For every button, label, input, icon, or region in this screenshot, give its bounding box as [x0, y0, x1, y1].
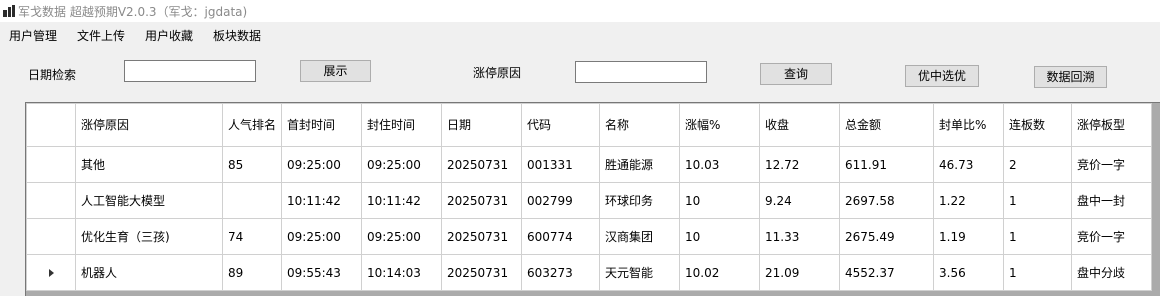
cell-close[interactable]: 11.33 — [759, 218, 840, 255]
cell-change-pct[interactable]: 10.02 — [679, 254, 760, 291]
cell-consecutive-boards[interactable]: 1 — [1003, 182, 1072, 219]
cell-consecutive-boards[interactable]: 1 — [1003, 218, 1072, 255]
cell-name[interactable]: 胜通能源 — [599, 146, 680, 183]
column-header-total-amount[interactable]: 总金额 — [839, 103, 934, 147]
cell-reason[interactable]: 优化生育（三孩) — [75, 218, 223, 255]
column-header-board-type[interactable]: 涨停板型 — [1071, 103, 1152, 147]
column-header-hold-time[interactable]: 封住时间 — [361, 103, 442, 147]
row-header-cell[interactable] — [26, 182, 76, 219]
cell-change-pct[interactable]: 10 — [679, 218, 760, 255]
cell-consecutive-boards[interactable]: 1 — [1003, 254, 1072, 291]
limit-reason-label: 涨停原因 — [473, 66, 522, 80]
cell-date[interactable]: 20250731 — [441, 182, 522, 219]
table-row[interactable]: 机器人 89 09:55:43 10:14:03 20250731 603273 天元智能 1… — [26, 254, 1152, 291]
cell-popularity-rank[interactable] — [222, 182, 282, 219]
cell-hold-time[interactable]: 10:14:03 — [361, 254, 442, 291]
cell-close[interactable]: 12.72 — [759, 146, 840, 183]
cell-change-pct[interactable]: 10.03 — [679, 146, 760, 183]
cell-total-amount[interactable]: 2675.49 — [839, 218, 934, 255]
cell-board-type[interactable]: 竞价一字 — [1071, 146, 1152, 183]
cell-popularity-rank[interactable]: 85 — [222, 146, 282, 183]
cell-board-type[interactable]: 盘中一封 — [1071, 182, 1152, 219]
menu-sector-data[interactable]: 板块数据 — [213, 27, 261, 44]
cell-total-amount[interactable]: 611.91 — [839, 146, 934, 183]
cell-first-seal-time[interactable]: 09:55:43 — [281, 254, 362, 291]
column-header-popularity-rank[interactable]: 人气排名 — [222, 103, 282, 147]
cell-hold-time[interactable]: 09:25:00 — [361, 146, 442, 183]
cell-seal-ratio[interactable]: 1.19 — [933, 218, 1004, 255]
cell-code[interactable]: 600774 — [521, 218, 600, 255]
pick-best-button[interactable]: 优中选优 — [905, 65, 979, 87]
cell-close[interactable]: 9.24 — [759, 182, 840, 219]
cell-popularity-rank[interactable]: 89 — [222, 254, 282, 291]
column-header-seal-ratio[interactable]: 封单比% — [933, 103, 1004, 147]
limit-reason-input[interactable] — [575, 61, 707, 83]
cell-change-pct[interactable]: 10 — [679, 182, 760, 219]
cell-name[interactable]: 天元智能 — [599, 254, 680, 291]
cell-code[interactable]: 002799 — [521, 182, 600, 219]
column-header-date[interactable]: 日期 — [441, 103, 522, 147]
menu-user-favorites[interactable]: 用户收藏 — [145, 27, 193, 44]
cell-name[interactable]: 汉商集团 — [599, 218, 680, 255]
cell-date[interactable]: 20250731 — [441, 254, 522, 291]
cell-reason[interactable]: 其他 — [75, 146, 223, 183]
corner-header-cell[interactable] — [26, 103, 76, 147]
cell-code[interactable]: 603273 — [521, 254, 600, 291]
cell-first-seal-time[interactable]: 09:25:00 — [281, 218, 362, 255]
show-button[interactable]: 展示 — [300, 60, 371, 82]
row-header-cell[interactable] — [26, 218, 76, 255]
date-search-label: 日期检索 — [28, 68, 77, 82]
column-header-name[interactable]: 名称 — [599, 103, 680, 147]
row-header-cell[interactable] — [26, 146, 76, 183]
cell-date[interactable]: 20250731 — [441, 146, 522, 183]
column-header-close[interactable]: 收盘 — [759, 103, 840, 147]
row-header-cell[interactable] — [26, 254, 76, 291]
cell-seal-ratio[interactable]: 3.56 — [933, 254, 1004, 291]
column-header-first-seal-time[interactable]: 首封时间 — [281, 103, 362, 147]
header-row: 涨停原因 人气排名 首封时间 封住时间 日期 代码 名称 涨幅% 收盘 总金额 … — [26, 103, 1152, 147]
table-row[interactable]: 人工智能大模型 10:11:42 10:11:42 20250731 002799 环球印… — [26, 182, 1152, 219]
cell-hold-time[interactable]: 09:25:00 — [361, 218, 442, 255]
limit-up-data-grid[interactable]: 涨停原因 人气排名 首封时间 封住时间 日期 代码 名称 涨幅% 收盘 总金额 … — [25, 102, 1160, 296]
cell-date[interactable]: 20250731 — [441, 218, 522, 255]
column-header-consecutive-boards[interactable]: 连板数 — [1003, 103, 1072, 147]
table-row[interactable]: 优化生育（三孩) 74 09:25:00 09:25:00 20250731 600774… — [26, 218, 1152, 255]
table-row[interactable]: 其他 85 09:25:00 09:25:00 20250731 001331 胜通能源 10… — [26, 146, 1152, 183]
column-header-code[interactable]: 代码 — [521, 103, 600, 147]
cell-seal-ratio[interactable]: 1.22 — [933, 182, 1004, 219]
cell-name[interactable]: 环球印务 — [599, 182, 680, 219]
cell-reason[interactable]: 人工智能大模型 — [75, 182, 223, 219]
cell-consecutive-boards[interactable]: 2 — [1003, 146, 1072, 183]
data-table: 涨停原因 人气排名 首封时间 封住时间 日期 代码 名称 涨幅% 收盘 总金额 … — [26, 103, 1152, 291]
menu-file-upload[interactable]: 文件上传 — [77, 27, 125, 44]
cell-total-amount[interactable]: 4552.37 — [839, 254, 934, 291]
cell-first-seal-time[interactable]: 10:11:42 — [281, 182, 362, 219]
cell-hold-time[interactable]: 10:11:42 — [361, 182, 442, 219]
cell-code[interactable]: 001331 — [521, 146, 600, 183]
cell-popularity-rank[interactable]: 74 — [222, 218, 282, 255]
query-button[interactable]: 查询 — [760, 63, 832, 85]
column-header-change-pct[interactable]: 涨幅% — [679, 103, 760, 147]
data-backtrack-button[interactable]: 数据回溯 — [1034, 66, 1107, 88]
cell-reason[interactable]: 机器人 — [75, 254, 223, 291]
window-title: 军戈数据 超越预期V2.0.3（军戈：jgdata) — [18, 5, 248, 19]
cell-board-type[interactable]: 盘中分歧 — [1071, 254, 1152, 291]
cell-seal-ratio[interactable]: 46.73 — [933, 146, 1004, 183]
cell-close[interactable]: 21.09 — [759, 254, 840, 291]
menu-user-management[interactable]: 用户管理 — [9, 27, 57, 44]
column-header-reason[interactable]: 涨停原因 — [75, 103, 223, 147]
cell-total-amount[interactable]: 2697.58 — [839, 182, 934, 219]
cell-first-seal-time[interactable]: 09:25:00 — [281, 146, 362, 183]
menu-bar: 用户管理 文件上传 用户收藏 板块数据 — [0, 24, 1160, 46]
current-row-arrow-icon — [48, 268, 54, 277]
date-search-input[interactable] — [124, 60, 256, 82]
cell-board-type[interactable]: 竞价一字 — [1071, 218, 1152, 255]
title-bar: 军戈数据 超越预期V2.0.3（军戈：jgdata) — [0, 0, 1160, 22]
app-icon — [3, 5, 15, 17]
